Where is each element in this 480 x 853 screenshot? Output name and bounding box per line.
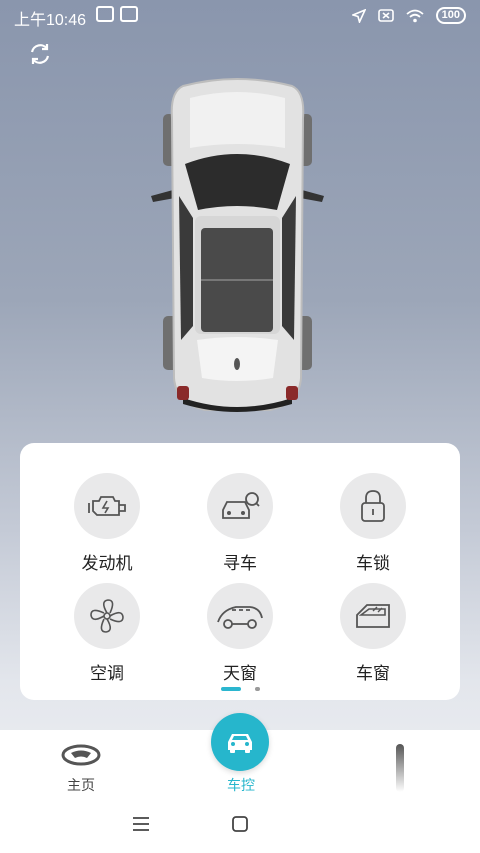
- brand-logo-icon: [61, 744, 101, 766]
- status-time: 上午10:46: [14, 12, 87, 29]
- notification-cloud-icon: [120, 6, 138, 22]
- fan-icon: [74, 583, 140, 649]
- window-label: 车窗: [356, 664, 390, 683]
- engine-label: 发动机: [81, 554, 133, 573]
- home-square-icon[interactable]: [231, 816, 249, 832]
- car-image: [151, 78, 324, 412]
- page-indicator: [20, 687, 460, 691]
- battery-indicator: 100: [435, 7, 466, 24]
- find-car-icon: [207, 473, 273, 539]
- car-control-button[interactable]: [211, 713, 269, 771]
- lock-control[interactable]: 车锁: [313, 473, 433, 573]
- page-dot: [254, 687, 260, 691]
- status-bar: 上午10:46 100: [0, 0, 480, 32]
- menu-icon[interactable]: [132, 816, 150, 832]
- engine-icon: [74, 473, 140, 539]
- ac-label: 空调: [90, 664, 124, 683]
- refresh-icon[interactable]: [26, 40, 54, 68]
- nav-control-label: 车控: [227, 777, 255, 793]
- notification-app-icon: [96, 6, 114, 22]
- car-icon: [228, 734, 252, 753]
- page-dot-active: [220, 687, 241, 691]
- wifi-icon: [406, 9, 424, 22]
- location-icon: [351, 8, 366, 23]
- nav-home[interactable]: 主页: [58, 744, 104, 795]
- nav-control-label-wrap[interactable]: 车控: [218, 775, 264, 795]
- sunroof-label: 天窗: [223, 664, 257, 683]
- find-car-control[interactable]: 寻车: [180, 473, 300, 573]
- lock-icon: [340, 473, 406, 539]
- ac-control[interactable]: 空调: [47, 583, 167, 683]
- window-icon: [340, 583, 406, 649]
- window-control[interactable]: 车窗: [313, 583, 433, 683]
- nav-profile-icon[interactable]: [390, 744, 410, 794]
- find-car-label: 寻车: [223, 554, 257, 573]
- no-sim-icon: [377, 9, 394, 22]
- sunroof-icon: [207, 583, 273, 649]
- lock-label: 车锁: [356, 554, 390, 573]
- sunroof-control[interactable]: 天窗: [180, 583, 300, 683]
- engine-control[interactable]: 发动机: [47, 473, 167, 573]
- control-panel: 发动机 寻车 车锁 空调 天窗 车窗: [20, 443, 460, 700]
- nav-home-label: 主页: [67, 777, 95, 793]
